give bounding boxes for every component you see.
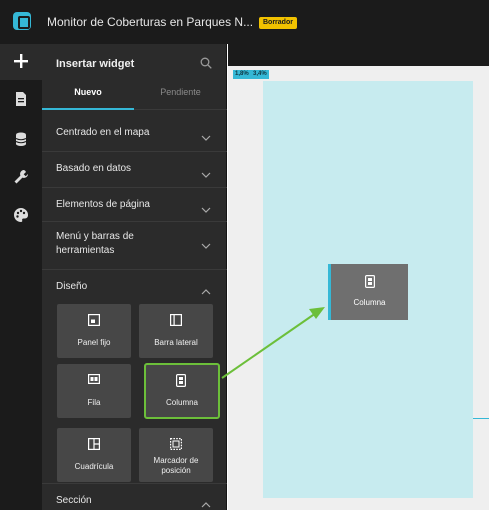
drag-arrow-annotation [221,307,325,379]
